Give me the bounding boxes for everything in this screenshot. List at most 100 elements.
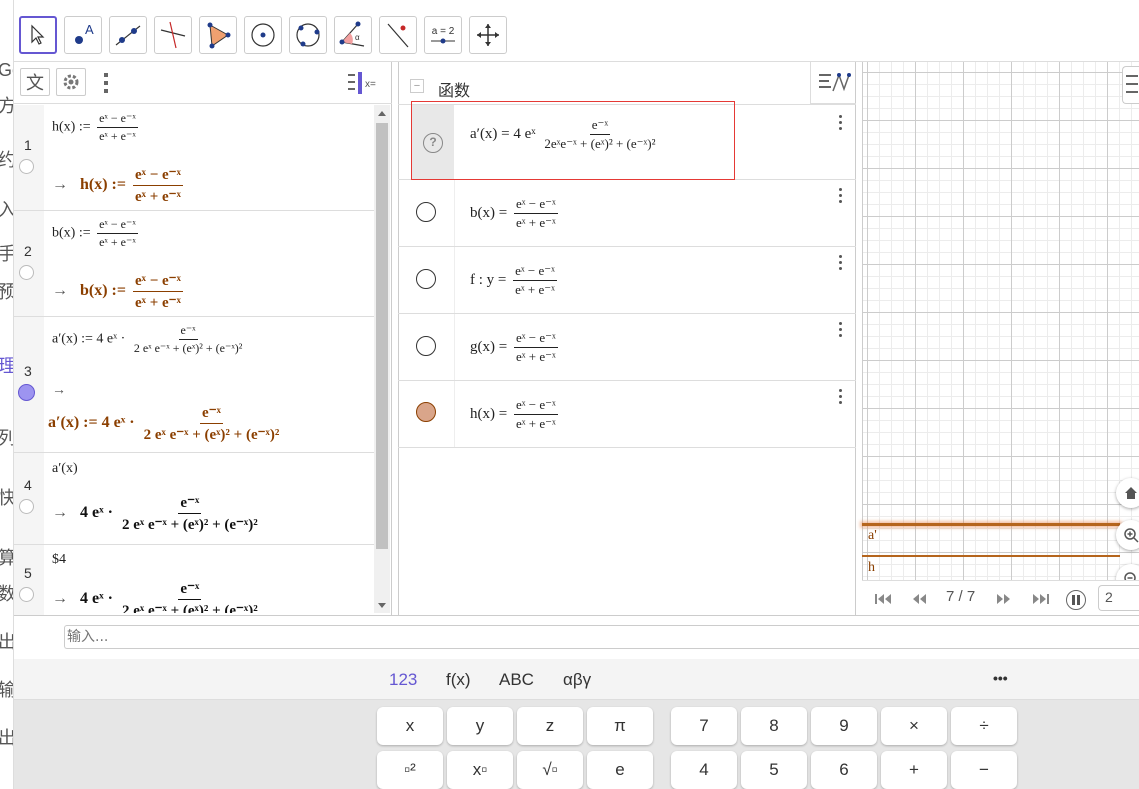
polygon-tool-button[interactable]	[199, 16, 237, 54]
keyboard-six-key[interactable]: 6	[811, 751, 877, 789]
slider-tool-button[interactable]: a = 2	[424, 16, 462, 54]
keyboard-eight-key[interactable]: 8	[741, 707, 807, 745]
settings-button[interactable]	[56, 68, 86, 96]
previous-step-button[interactable]	[910, 592, 928, 610]
circle-center-tool-button[interactable]	[244, 16, 282, 54]
pause-button[interactable]	[1066, 590, 1086, 610]
collapse-toggle[interactable]: −	[410, 79, 424, 93]
row-number: 2	[24, 243, 32, 259]
keyboard-five-key[interactable]: 5	[741, 751, 807, 789]
section-title: 函数	[438, 83, 471, 100]
keyboard-tab-letters[interactable]: ABC	[499, 670, 534, 690]
keyboard-sqrt-key[interactable]: √▫	[517, 751, 583, 789]
keyboard-times-key[interactable]: ×	[881, 707, 947, 745]
graphics-view[interactable]	[862, 62, 1139, 615]
visibility-toggle[interactable]	[416, 202, 436, 222]
perpendicular-tool-button[interactable]	[154, 16, 192, 54]
circle-three-points-tool-button[interactable]	[289, 16, 327, 54]
angle-tool-button[interactable]: α	[334, 16, 372, 54]
graphics-menu-button[interactable]	[1122, 66, 1139, 104]
curve-h[interactable]	[862, 555, 1120, 557]
algebra-expression[interactable]: f : y = eˣ − e⁻ˣ eˣ + e⁻ˣ	[470, 263, 560, 298]
algebra-item-h[interactable]: h(x) = eˣ − e⁻ˣ eˣ + e⁻ˣ	[398, 381, 856, 448]
keyboard-plus-key[interactable]: +	[881, 751, 947, 789]
cas-output-5: → 4 eˣ · e⁻ˣ 2 eˣ e⁻ˣ + (eˣ)² + (e⁻ˣ)²	[52, 579, 263, 613]
cas-input-3[interactable]: a′(x) := 4 eˣ · e⁻ˣ 2 eˣ e⁻ˣ + (eˣ)² + (e…	[52, 323, 247, 356]
circle-center-icon	[251, 23, 275, 47]
keyboard-four-key[interactable]: 4	[671, 751, 737, 789]
move-graphics-tool-button[interactable]	[469, 16, 507, 54]
item-menu-button[interactable]	[839, 115, 843, 133]
row-visibility-toggle[interactable]	[18, 384, 35, 401]
reflect-line-icon	[387, 23, 409, 48]
keyboard-power-key[interactable]: x▫	[447, 751, 513, 789]
keyboard-z-key[interactable]: z	[517, 707, 583, 745]
scroll-down-arrow[interactable]	[378, 603, 386, 608]
cas-menu-button[interactable]	[103, 72, 109, 94]
scroll-thumb[interactable]	[376, 123, 388, 549]
keyboard-nine-key[interactable]: 9	[811, 707, 877, 745]
curve-a-prime[interactable]	[862, 523, 1120, 526]
line-tool-button[interactable]	[109, 16, 147, 54]
input-bar-field[interactable]	[64, 625, 1139, 649]
keyboard-tab-numbers[interactable]: 123	[389, 670, 417, 690]
algebra-expression[interactable]: h(x) = eˣ − e⁻ˣ eˣ + e⁻ˣ	[470, 397, 561, 432]
move-tool-button[interactable]	[19, 16, 57, 54]
row-number: 3	[24, 363, 32, 379]
cas-row-3[interactable]: 3 a′(x) := 4 eˣ · e⁻ˣ 2 eˣ e⁻ˣ + (eˣ)² + …	[14, 317, 374, 453]
algebra-expression[interactable]: g(x) = eˣ − e⁻ˣ eˣ + e⁻ˣ	[470, 330, 561, 365]
row-number: 1	[24, 137, 32, 153]
keyboard-squared-key[interactable]: ▫²	[377, 751, 443, 789]
item-menu-button[interactable]	[839, 255, 843, 273]
cas-input-5[interactable]: $4	[52, 552, 66, 568]
algebra-item-g[interactable]: g(x) = eˣ − e⁻ˣ eˣ + e⁻ˣ	[398, 314, 856, 381]
cas-input-2[interactable]: b(x) := eˣ − e⁻ˣ eˣ + e⁻ˣ	[52, 217, 141, 250]
home-button[interactable]	[1116, 478, 1139, 508]
cas-input-4[interactable]: a′(x)	[52, 461, 78, 477]
algebra-item-f[interactable]: f : y = eˣ − e⁻ˣ eˣ + e⁻ˣ	[398, 247, 856, 314]
move-arrows-icon	[477, 24, 499, 46]
row-visibility-toggle[interactable]	[19, 499, 34, 514]
row-visibility-toggle[interactable]	[19, 159, 34, 174]
reflect-tool-button[interactable]	[379, 16, 417, 54]
point-tool-button[interactable]: A	[64, 16, 102, 54]
cas-input-1[interactable]: h(x) := eˣ − e⁻ˣ eˣ + e⁻ˣ	[52, 111, 141, 144]
keyboard-x-key[interactable]: x	[377, 707, 443, 745]
language-button[interactable]: 文	[20, 68, 50, 96]
keyboard-tab-greek[interactable]: αβγ	[563, 670, 591, 690]
algebra-input-toggle-button[interactable]: x=	[346, 72, 380, 94]
speed-input[interactable]: 2	[1098, 585, 1139, 611]
item-menu-button[interactable]	[839, 389, 843, 407]
last-step-button[interactable]	[1031, 592, 1049, 610]
keyboard-pi-key[interactable]: π	[587, 707, 653, 745]
cas-scrollbar[interactable]	[374, 105, 390, 613]
background-text-fragment: 约	[0, 146, 13, 172]
cas-row-5[interactable]: 5 $4 → 4 eˣ · e⁻ˣ 2 eˣ e⁻ˣ + (eˣ)² + (e⁻ˣ…	[14, 545, 374, 613]
row-visibility-toggle[interactable]	[19, 265, 34, 280]
visibility-toggle[interactable]	[416, 402, 436, 422]
zoom-in-button[interactable]	[1116, 520, 1139, 550]
next-step-button[interactable]	[995, 592, 1013, 610]
item-lhs: f : y =	[470, 271, 507, 288]
keyboard-more-button[interactable]: •••	[993, 670, 1008, 686]
visibility-toggle[interactable]	[416, 336, 436, 356]
visibility-toggle[interactable]	[416, 269, 436, 289]
keyboard-e-key[interactable]: e	[587, 751, 653, 789]
keyboard-divide-key[interactable]: ÷	[951, 707, 1017, 745]
keyboard-tab-functions[interactable]: f(x)	[446, 670, 471, 690]
scroll-up-arrow[interactable]	[378, 111, 386, 116]
row-visibility-toggle[interactable]	[19, 587, 34, 602]
item-menu-button[interactable]	[839, 188, 843, 206]
item-menu-button[interactable]	[839, 322, 843, 340]
cas-row-2[interactable]: 2 b(x) := eˣ − e⁻ˣ eˣ + e⁻ˣ → b(x) := eˣ …	[14, 211, 374, 317]
keyboard-minus-key[interactable]: −	[951, 751, 1017, 789]
cas-row-4[interactable]: 4 a′(x) → 4 eˣ · e⁻ˣ 2 eˣ e⁻ˣ + (eˣ)² + (…	[14, 453, 374, 545]
first-step-button[interactable]	[875, 592, 893, 610]
frac-numerator: eˣ − e⁻ˣ	[513, 196, 558, 214]
algebra-item-b[interactable]: b(x) = eˣ − e⁻ˣ eˣ + e⁻ˣ	[398, 180, 856, 247]
keyboard-y-key[interactable]: y	[447, 707, 513, 745]
cas-row-1[interactable]: 1 h(x) := eˣ − e⁻ˣ eˣ + e⁻ˣ → h(x) := eˣ …	[14, 105, 374, 211]
algebra-expression[interactable]: b(x) = eˣ − e⁻ˣ eˣ + e⁻ˣ	[470, 196, 561, 231]
graph-style-button[interactable]	[810, 62, 856, 104]
keyboard-seven-key[interactable]: 7	[671, 707, 737, 745]
